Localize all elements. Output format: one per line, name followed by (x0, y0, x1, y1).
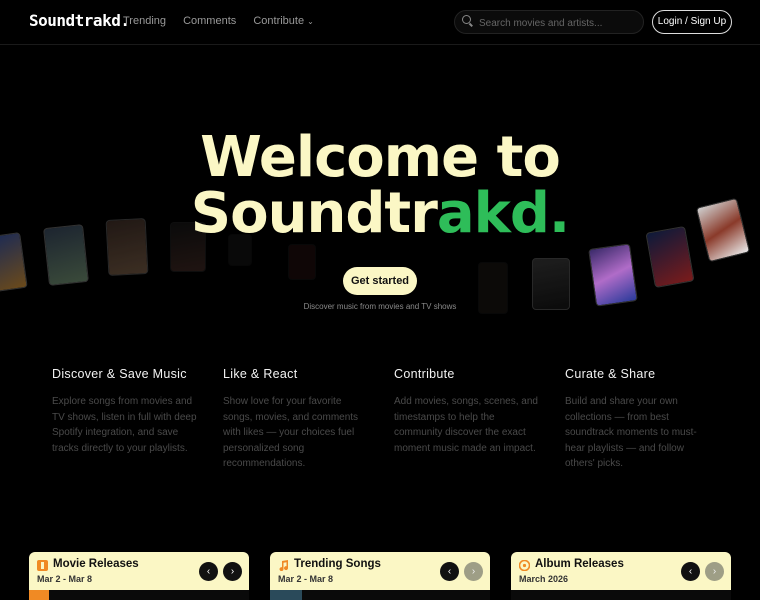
hero-subtitle: Discover music from movies and TV shows (303, 302, 457, 311)
search-icon (462, 15, 471, 24)
hero-title-line1: Welcome to (200, 125, 561, 190)
feature-curate: Curate & Share Build and share your own … (565, 367, 705, 472)
feature-text: Show love for your favorite songs, movie… (223, 396, 359, 469)
card-title: Trending Songs (294, 558, 381, 570)
nav-link-comments[interactable]: Comments (183, 15, 236, 27)
card-date: March 2026 (519, 574, 569, 584)
feature-contribute: Contribute Add movies, songs, scenes, an… (394, 367, 539, 456)
login-signup-button[interactable]: Login / Sign Up (652, 10, 732, 34)
prev-arrow-button[interactable]: ‹ (199, 562, 218, 581)
site-logo[interactable]: Soundtrakd. (29, 11, 130, 30)
thumbnail (270, 590, 302, 600)
feature-title: Curate & Share (565, 367, 656, 381)
trending-songs-card: Trending Songs Mar 2 - Mar 8 ‹ › (270, 552, 490, 600)
feature-discover: Discover & Save Music Explore songs from… (52, 367, 202, 456)
hero-title-part: Soundtr (190, 181, 438, 246)
music-note-icon (279, 560, 289, 571)
next-arrow-button[interactable]: › (223, 562, 242, 581)
card-content-strip (511, 590, 731, 600)
search-box[interactable] (454, 10, 644, 34)
prev-arrow-button[interactable]: ‹ (681, 562, 700, 581)
card-content-strip (29, 590, 249, 600)
feature-text: Add movies, songs, scenes, and timestamp… (394, 396, 538, 454)
card-date: Mar 2 - Mar 8 (278, 574, 334, 584)
card-title: Album Releases (535, 558, 624, 570)
disc-icon (519, 560, 530, 571)
prev-arrow-button[interactable]: ‹ (440, 562, 459, 581)
next-arrow-button[interactable]: › (464, 562, 483, 581)
card-title: Movie Releases (53, 558, 139, 570)
thumbnail (29, 590, 49, 600)
hero-title: Welcome to Soundtrakd. (0, 130, 760, 242)
feature-title: Contribute (394, 367, 455, 381)
movie-releases-card: Movie Releases Mar 2 - Mar 8 ‹ › (29, 552, 249, 600)
nav-link-contribute-label: Contribute (253, 15, 305, 27)
chevron-down-icon: ⌄ (307, 17, 314, 26)
feature-like: Like & React Show love for your favorite… (223, 367, 361, 472)
nav-links: Trending Comments Contribute ⌄ (123, 15, 342, 27)
poster-image (288, 244, 316, 280)
album-releases-card: Album Releases March 2026 ‹ › (511, 552, 731, 600)
feature-title: Like & React (223, 367, 298, 381)
feature-text: Explore songs from movies and TV shows, … (52, 396, 197, 454)
poster-image (588, 243, 638, 307)
film-icon (37, 560, 48, 571)
card-content-strip (270, 590, 490, 600)
top-navbar: Soundtrakd. Trending Comments Contribute… (0, 0, 760, 45)
next-arrow-button[interactable]: › (705, 562, 724, 581)
card-date: Mar 2 - Mar 8 (37, 574, 93, 584)
hero-title-accent: akd. (436, 181, 570, 246)
feature-title: Discover & Save Music (52, 367, 187, 381)
nav-link-trending[interactable]: Trending (123, 15, 166, 27)
feature-text: Build and share your own collections — f… (565, 396, 697, 469)
search-input[interactable] (477, 14, 641, 32)
hero-title-line2: Soundtrakd. (0, 186, 760, 242)
get-started-button[interactable]: Get started (343, 267, 417, 295)
nav-link-contribute[interactable]: Contribute ⌄ (253, 15, 327, 27)
